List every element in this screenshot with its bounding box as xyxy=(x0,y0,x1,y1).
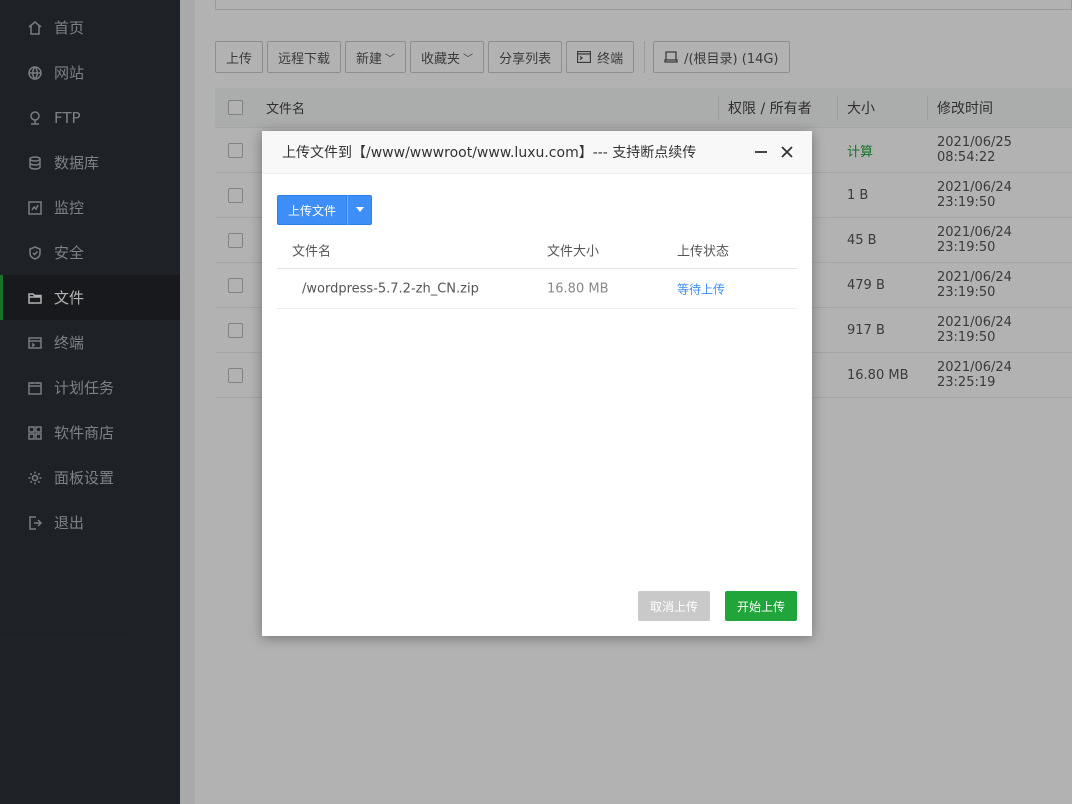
upload-dropdown-button[interactable] xyxy=(347,195,373,225)
col-upload-status: 上传状态 xyxy=(677,244,730,260)
upload-table-header: 文件名 文件大小 上传状态 xyxy=(277,232,797,269)
col-file-name: 文件名 xyxy=(292,244,332,260)
file-size: 16.80 MB xyxy=(547,281,609,296)
dialog-controls xyxy=(744,143,796,161)
upload-file-button[interactable]: 上传文件 xyxy=(277,195,348,225)
upload-status: 等待上传 xyxy=(677,282,726,296)
list-item[interactable]: /wordpress-5.7.2-zh_CN.zip 16.80 MB 等待上传 xyxy=(277,269,797,309)
col-file-size: 文件大小 xyxy=(547,244,600,260)
dialog-header[interactable]: 上传文件到【/www/wwwroot/www.luxu.com】--- 支持断点… xyxy=(262,131,812,174)
file-name: /wordpress-5.7.2-zh_CN.zip xyxy=(302,281,479,296)
minimize-icon[interactable] xyxy=(752,143,770,161)
caret-down-icon xyxy=(355,207,364,212)
dialog-footer: 取消上传 开始上传 xyxy=(637,591,797,621)
cancel-upload-button[interactable]: 取消上传 xyxy=(637,591,710,621)
upload-file-table: 文件名 文件大小 上传状态 /wordpress-5.7.2-zh_CN.zip… xyxy=(277,232,797,309)
upload-file-button-group: 上传文件 xyxy=(277,195,373,225)
upload-dialog: 上传文件到【/www/wwwroot/www.luxu.com】--- 支持断点… xyxy=(262,131,812,636)
close-icon[interactable] xyxy=(778,143,796,161)
dialog-title: 上传文件到【/www/wwwroot/www.luxu.com】--- 支持断点… xyxy=(282,145,697,161)
start-upload-button[interactable]: 开始上传 xyxy=(724,591,797,621)
